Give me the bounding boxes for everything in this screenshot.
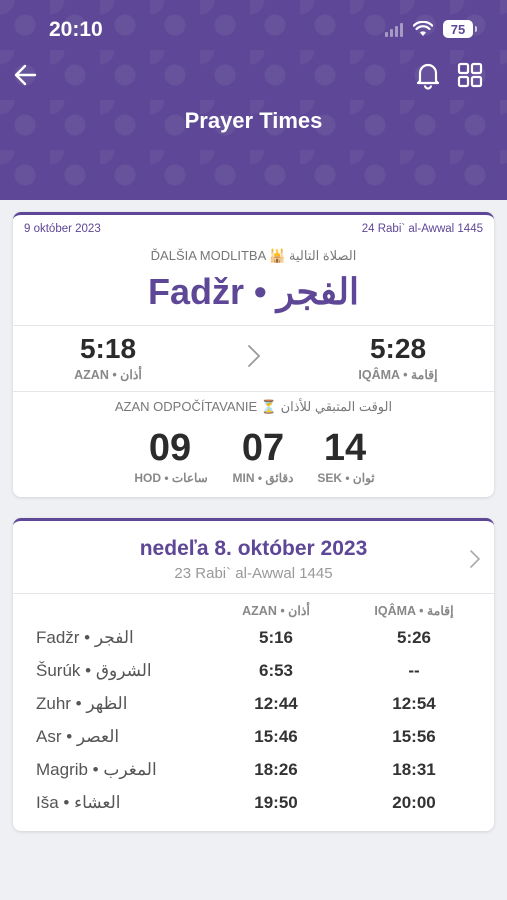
next-prayer-name: Fadžr • الفجر — [148, 271, 359, 312]
azan-time: 15:46 — [254, 727, 298, 746]
azan-time: 6:53 — [258, 661, 294, 680]
chevron-right-icon — [248, 345, 261, 367]
azan-time: 19:50 — [254, 793, 298, 812]
status-icons: 75 — [385, 20, 477, 38]
battery-level: 75 — [450, 21, 466, 37]
back-arrow-icon — [14, 64, 37, 86]
bell-icon — [416, 63, 440, 90]
status-bar: 20:10 75 — [0, 14, 507, 46]
countdown-minutes: 07 — [241, 427, 285, 469]
prayer-row-fajr: Fadžr • الفجر 5:16 5:26 — [13, 628, 494, 661]
prayer-name: Asr • العصر — [36, 727, 120, 746]
prayer-row-zuhr: Zuhr • الظهر 12:44 12:54 — [13, 694, 494, 727]
iqama-time: 18:31 — [392, 760, 436, 779]
countdown-seconds: 14 — [323, 427, 367, 469]
next-prayer-label: ĎALŠIA MODLITBA 🕌 الصلاة التالية — [150, 248, 357, 263]
iqama-time: 20:00 — [392, 793, 436, 812]
azan-time: 12:44 — [254, 694, 298, 713]
grid-icon — [457, 62, 483, 88]
day-schedule-card: nedeľa 8. október 2023 23 Rabi` al-Awwal… — [13, 518, 494, 831]
countdown-hours: 09 — [148, 427, 192, 469]
iqama-time: -- — [408, 661, 420, 680]
prayer-name: Šurúk • الشروق — [36, 661, 152, 680]
azan-time: 18:26 — [254, 760, 298, 779]
hijri-date: 24 Rabi` al-Awwal 1445 — [361, 223, 483, 235]
iqama-time: 15:56 — [392, 727, 436, 746]
header-scallop-decoration — [0, 190, 507, 204]
prayer-name: Fadžr • الفجر — [36, 628, 134, 647]
divider — [13, 325, 494, 326]
notifications-button[interactable] — [414, 60, 444, 90]
page-title: Prayer Times — [184, 108, 323, 133]
divider — [13, 391, 494, 392]
wifi-icon — [413, 21, 433, 36]
divider — [13, 593, 494, 594]
prayer-name: Magrib • المغرب — [36, 760, 157, 779]
azan-time: 5:16 — [258, 628, 294, 647]
azan-label: AZAN • أذان — [74, 368, 142, 382]
status-time: 20:10 — [49, 18, 103, 41]
prayer-name: Iša • العشاء — [36, 793, 121, 812]
battery-icon: 75 — [443, 20, 477, 38]
iqama-label: IQÂMA • إقامة — [358, 368, 438, 382]
prayer-row-asr: Asr • العصر 15:46 15:56 — [13, 727, 494, 760]
iqama-time: 5:26 — [396, 628, 432, 647]
day-hijri-date: 23 Rabi` al-Awwal 1445 — [174, 565, 333, 582]
prayer-row-isha: Iša • العشاء 19:50 20:00 — [13, 793, 494, 826]
header: 20:10 75 Prayer Times — [0, 0, 507, 200]
back-button[interactable] — [13, 60, 43, 90]
day-date-title: nedeľa 8. október 2023 — [139, 537, 368, 560]
column-header-iqama: IQÂMA • إقامة — [374, 604, 454, 618]
prayer-name: Zuhr • الظهر — [36, 694, 128, 713]
grid-menu-button[interactable] — [456, 60, 486, 90]
azan-time: 5:18 — [79, 333, 137, 364]
cellular-signal-icon — [385, 21, 403, 37]
gregorian-date: 9 október 2023 — [24, 223, 101, 235]
countdown-label: AZAN ODPOČÍTAVANIE ⏳ الوقت المتبقي للأذا… — [114, 399, 393, 414]
next-day-button[interactable] — [468, 549, 482, 569]
iqama-time: 5:28 — [369, 333, 427, 364]
iqama-time: 12:54 — [392, 694, 436, 713]
chevron-right-icon — [470, 550, 481, 568]
next-prayer-card: 9 október 2023 24 Rabi` al-Awwal 1445 ĎA… — [13, 212, 494, 497]
column-header-azan: AZAN • أذان — [242, 604, 310, 618]
countdown-seconds-label: SEK • ثوان — [317, 471, 375, 485]
prayer-row-shuruk: Šurúk • الشروق 6:53 -- — [13, 661, 494, 694]
prayer-row-maghrib: Magrib • المغرب 18:26 18:31 — [13, 760, 494, 793]
